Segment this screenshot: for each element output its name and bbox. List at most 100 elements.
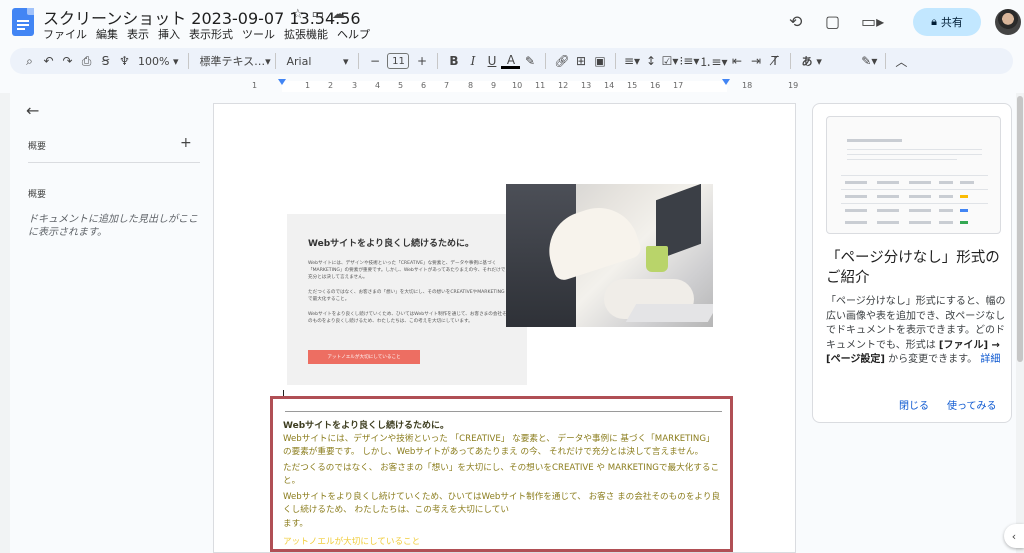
back-arrow-icon[interactable]: ← [26, 101, 39, 120]
toolbar-divider [275, 53, 277, 69]
align-icon[interactable]: ≡▾ [622, 50, 641, 72]
toolbar-divider [437, 53, 439, 69]
menu-file[interactable]: ファイル [43, 26, 87, 42]
toolbar-divider [545, 53, 547, 69]
clear-formatting-icon[interactable]: T̸ [765, 50, 784, 72]
insert-image-icon[interactable]: ▣ [590, 50, 609, 72]
toolbar-divider [884, 53, 886, 69]
font-size-input[interactable]: 11 [387, 53, 410, 69]
horizontal-line [285, 411, 722, 412]
right-indent-marker[interactable] [722, 79, 730, 85]
spellcheck-icon[interactable]: Ꞩ [96, 50, 115, 72]
insert-link-icon[interactable]: 🔗︎ [552, 50, 571, 72]
ruler-tick: 9 [491, 81, 497, 90]
line-spacing-icon[interactable]: ↕ [641, 50, 660, 72]
docs-logo-icon[interactable] [12, 8, 34, 36]
text-link[interactable]: アットノエルが大切にしていること [283, 535, 420, 547]
redo-icon[interactable]: ↷ [58, 50, 77, 72]
ruler-tick: 14 [604, 81, 615, 90]
ruler-tick: 7 [444, 81, 450, 90]
font-value: Arial [286, 54, 312, 68]
menu-extensions[interactable]: 拡張機能 [284, 26, 328, 42]
converted-text-box[interactable]: Webサイトをより良くし続けるために。 Webサイトには、デザインや技術といった… [270, 396, 733, 552]
underline-button[interactable]: U [482, 50, 501, 72]
input-tools-select[interactable]: あ ▾ [797, 50, 825, 72]
undo-icon[interactable]: ↶ [39, 50, 58, 72]
version-history-icon[interactable]: ⟲ [789, 12, 802, 31]
editing-mode-icon[interactable]: ✎▾ [860, 50, 879, 72]
add-comment-icon[interactable]: ⊞ [571, 50, 590, 72]
ruler-tick: 19 [788, 81, 799, 90]
zoom-select[interactable]: 100% ▾ [134, 50, 182, 72]
summary-heading: 概要 [28, 142, 47, 152]
horizontal-ruler[interactable]: 1 1 2 3 4 5 6 7 8 9 10 11 12 13 14 15 16… [212, 79, 799, 93]
checklist-icon[interactable]: ☑▾ [660, 50, 679, 72]
close-button[interactable]: 閉じる [899, 397, 929, 412]
menu-insert[interactable]: 挿入 [158, 26, 180, 42]
menu-edit[interactable]: 編集 [96, 26, 118, 42]
menu-tools[interactable]: ツール [242, 26, 275, 42]
highlight-icon[interactable]: ✎ [520, 50, 539, 72]
text-paragraph: ただつくるのではなく、 お客さまの「想い」を大切にし、その想いをCREATIVE… [283, 463, 720, 486]
menu-format[interactable]: 表示形式 [189, 26, 233, 42]
try-it-button[interactable]: 使ってみる [947, 397, 997, 412]
pageless-promo-card: 「ページ分けなし」形式のご紹介 「ページ分けなし」形式にすると、幅の広い画像や表… [812, 103, 1012, 423]
learn-more-link[interactable]: 詳細 [980, 354, 1000, 365]
paint-format-icon[interactable]: ♆ [115, 50, 134, 72]
add-summary-icon[interactable]: + [180, 135, 192, 151]
text-color-button[interactable]: A [501, 53, 521, 69]
ruler-tick: 16 [650, 81, 661, 90]
meet-video-icon[interactable]: ▭▸ [861, 12, 884, 31]
menu-view[interactable]: 表示 [127, 26, 149, 42]
promo-body-text-end: から変更できます。 [884, 354, 978, 365]
paragraph-style-select[interactable]: 標準テキス… ▾ [195, 50, 270, 72]
scrollbar-thumb[interactable] [1017, 96, 1023, 362]
ruler-tick: 5 [398, 81, 404, 90]
increase-font-size-icon[interactable]: + [412, 50, 431, 72]
increase-indent-icon[interactable]: ⇥ [746, 50, 765, 72]
toolbar: ⌕ ↶ ↷ ⎙ Ꞩ ♆ 100% ▾ 標準テキス… ▾ Arial ▾ − 11 +… [10, 48, 1013, 74]
ruler-tick: 3 [352, 81, 358, 90]
menu-help[interactable]: ヘルプ [337, 26, 370, 42]
collapse-menus-icon[interactable]: ︿ [892, 50, 911, 72]
move-folder-icon[interactable]: ▭ [312, 7, 324, 22]
star-icon[interactable]: ☆ [292, 7, 304, 22]
pageless-preview-image [826, 116, 1001, 234]
embedded-screenshot-image[interactable]: Webサイトをより良くし続けるために。 Webサイトには、デザインや技術といった… [287, 184, 713, 386]
toolbar-divider [358, 53, 360, 69]
ruler-tick: 11 [535, 81, 546, 90]
comments-icon[interactable]: ▢ [825, 12, 840, 31]
decrease-font-size-icon[interactable]: − [365, 50, 384, 72]
search-menus-icon[interactable]: ⌕ [20, 50, 39, 72]
explore-panel-toggle[interactable]: ‹ [1004, 524, 1024, 548]
bold-button[interactable]: B [444, 50, 463, 72]
avatar[interactable] [995, 9, 1021, 35]
numbered-list-icon[interactable]: ⒈≡▾ [699, 50, 727, 72]
document-outline-panel: ← 概要 + 概要 ドキュメントに追加した見出しがここに表示されます。 [12, 95, 210, 553]
italic-button[interactable]: I [463, 50, 482, 72]
decrease-indent-icon[interactable]: ⇤ [727, 50, 746, 72]
outline-empty-message: ドキュメントに追加した見出しがここに表示されます。 [28, 214, 198, 238]
cloud-saved-icon[interactable]: ☁ [332, 7, 345, 22]
lock-icon: 🔒︎ [931, 15, 937, 28]
text-paragraph: Webサイトをより良くし続けていくため、ひいてはWebサイト制作を通じて、 お客… [283, 492, 721, 515]
ruler-tick: 2 [328, 81, 334, 90]
hero-paragraph: ただつくるのではなく、お客さまの「想い」を大切にし、その想いをCREATIVEや… [308, 290, 505, 302]
vertical-ruler[interactable] [0, 93, 10, 553]
outline-divider [28, 162, 200, 163]
promo-description: 「ページ分けなし」形式にすると、幅の広い画像や表を追加でき、改ページなしでドキュ… [826, 295, 1008, 368]
left-indent-marker[interactable] [278, 79, 286, 85]
ruler-tick: 6 [421, 81, 427, 90]
font-select[interactable]: Arial ▾ [282, 50, 352, 72]
ruler-tick: 4 [375, 81, 381, 90]
chevron-left-icon: ‹ [1011, 529, 1017, 543]
promo-title: 「ページ分けなし」形式のご紹介 [826, 250, 1000, 286]
bulleted-list-icon[interactable]: ⁝≡▾ [679, 50, 699, 72]
share-button[interactable]: 🔒︎ 共有 [913, 8, 981, 36]
style-value: 標準テキス… [199, 55, 266, 68]
outline-heading: 概要 [28, 190, 47, 200]
ruler-tick: 18 [742, 81, 753, 90]
office-photo [506, 184, 713, 327]
print-icon[interactable]: ⎙ [77, 50, 96, 72]
hero-text-card: Webサイトをより良くし続けるために。 Webサイトには、デザインや技術といった… [287, 214, 527, 385]
